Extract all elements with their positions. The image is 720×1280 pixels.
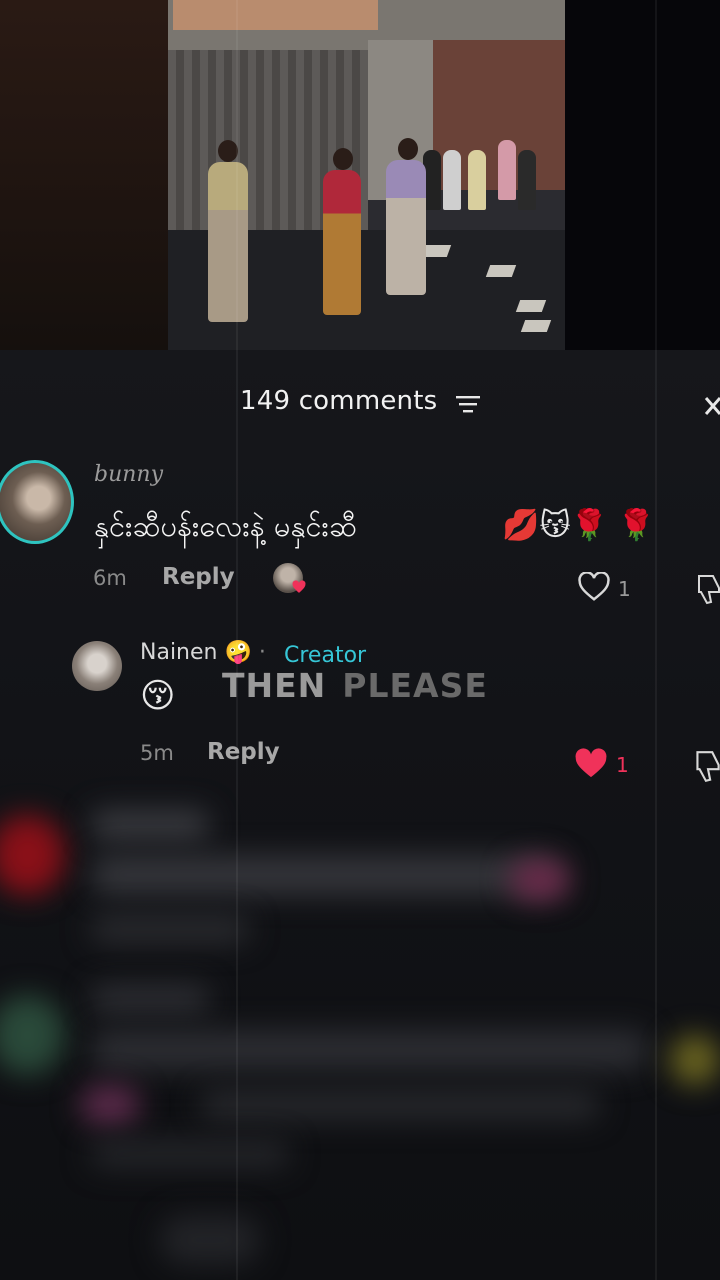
close-icon[interactable]	[700, 392, 720, 420]
like-count: 1	[618, 577, 631, 601]
blurred-text	[90, 855, 560, 895]
reply-dislike-icon[interactable]	[695, 748, 720, 784]
audience-person	[443, 150, 461, 210]
blurred-text	[200, 1090, 600, 1120]
blurred-text	[90, 985, 210, 1013]
overlay-line	[655, 0, 657, 1280]
floor-paper	[520, 320, 552, 332]
floor-paper	[515, 300, 547, 312]
comment-timestamp: 6m	[93, 566, 127, 590]
comment-emojis: 💋😽🌹 🌹	[502, 508, 655, 543]
liked-heart-icon[interactable]	[573, 748, 609, 780]
creator-badge: Creator	[284, 643, 367, 668]
commenter-username[interactable]: bunny	[94, 462, 163, 487]
blurred-text	[90, 1030, 650, 1070]
blurred-emoji	[670, 1035, 720, 1085]
reply-username-text: Nainen	[140, 640, 218, 665]
video-frame[interactable]	[168, 0, 565, 358]
dancer	[208, 162, 248, 322]
comment-text: နှင်းဆီပန်းလေးနဲ့ မနှင်းဆီ	[94, 509, 357, 543]
blurred-emoji	[510, 860, 570, 900]
like-heart-icon[interactable]	[577, 572, 611, 602]
dancer-head	[398, 138, 418, 160]
reply-username[interactable]: Nainen 🤪 ·	[140, 640, 266, 665]
blurred-text	[160, 1215, 260, 1265]
blurred-emoji	[80, 1085, 140, 1125]
dancer	[323, 170, 361, 315]
video-caption-overlay: THEN PLEASE	[222, 666, 488, 705]
comment-count: 149 comments	[240, 386, 438, 416]
audience-person	[468, 150, 486, 210]
dislike-icon[interactable]	[697, 572, 720, 606]
separator-dot: ·	[258, 640, 266, 665]
dancer-head	[333, 148, 353, 170]
blurred-text	[90, 915, 250, 943]
filter-lines-icon[interactable]	[456, 395, 480, 413]
reply-text: 😚	[140, 676, 176, 716]
audience-person	[518, 150, 536, 210]
dancer-head	[218, 140, 238, 162]
video-right-edge	[565, 0, 720, 360]
video-left-edge	[0, 0, 170, 350]
reply-username-emoji: 🤪	[224, 640, 252, 665]
reply-timestamp: 5m	[140, 741, 174, 765]
reply-avatar[interactable]	[72, 641, 122, 691]
reply-like-count: 1	[616, 753, 629, 777]
caption-word-2: PLEASE	[342, 666, 488, 705]
blurred-text	[90, 1140, 290, 1168]
overlay-line	[236, 0, 238, 1280]
floor-paper	[485, 265, 517, 277]
reply-button[interactable]: Reply	[162, 564, 235, 590]
reply-reply-button[interactable]: Reply	[207, 739, 280, 765]
dancer	[386, 160, 426, 295]
blurred-text	[90, 810, 210, 840]
audience-person	[498, 140, 516, 200]
creator-heart-icon	[292, 580, 306, 593]
video-banner	[173, 0, 378, 30]
